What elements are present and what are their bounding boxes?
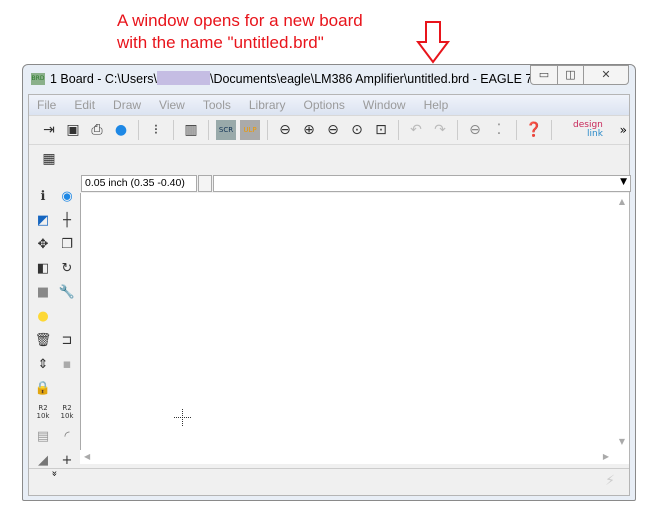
mirror-icon[interactable]: ◧ [33,258,53,278]
redacted-username [156,71,210,85]
menu-tools[interactable]: Tools [203,98,231,112]
miter-icon[interactable]: ◜ [57,426,77,446]
rotate-icon[interactable]: ↻ [57,258,77,278]
zoom-in-icon[interactable]: ⊕ [299,120,319,140]
redo-icon[interactable]: ↷ [430,120,450,140]
open-icon[interactable]: ⇥ [39,120,59,140]
layers-icon[interactable]: ▥ [181,120,201,140]
menu-draw[interactable]: Draw [113,98,141,112]
info-icon[interactable]: ℹ [33,186,53,206]
menu-help[interactable]: Help [424,98,449,112]
menu-window[interactable]: Window [363,98,406,112]
command-bar: 0.05 inch (0.35 -0.40) ▼ [79,174,631,193]
status-bar: ⚡ [29,468,629,495]
menu-library[interactable]: Library [249,98,286,112]
menu-edit[interactable]: Edit [74,98,95,112]
close-button[interactable]: ✕ [583,65,629,85]
zoom-fit-icon[interactable]: ⊖ [275,120,295,140]
menu-file[interactable]: File [37,98,56,112]
add-icon[interactable]: ⊐ [57,330,77,350]
zoom-select-icon[interactable]: ⊡ [371,120,391,140]
horizontal-scrollbar[interactable]: ◀ ▶ [80,450,629,464]
toolbar-overflow-button[interactable]: » [620,123,627,137]
command-input[interactable]: ▼ [213,175,631,192]
group-icon[interactable]: ■ [33,282,53,302]
move-icon[interactable]: ✥ [33,234,53,254]
maximize-button[interactable]: ◫ [557,65,584,85]
script-icon[interactable]: SCR [216,120,236,140]
stop-icon[interactable]: ⊖ [465,120,485,140]
board-app-icon: BRD [31,73,45,85]
replace-icon[interactable]: ⇕ [33,354,53,374]
board-canvas[interactable] [80,193,615,450]
title-prefix: 1 Board - C:\Users\ [50,72,157,86]
delete-icon[interactable]: 🗑 [33,330,53,350]
crosshair-cursor [174,409,191,426]
help-icon[interactable]: ❓ [524,120,544,140]
print-icon[interactable]: ⎙ [87,120,107,140]
menu-view[interactable]: View [159,98,185,112]
annotation-line-2: with the name "untitled.brd" [117,33,324,52]
menu-options[interactable]: Options [304,98,345,112]
split-icon[interactable]: ◢ [33,450,53,470]
save-icon[interactable]: ▣ [63,120,83,140]
value-icon[interactable]: R2 10k [57,402,77,422]
grid-icon[interactable]: ▦ [39,149,59,169]
paste-icon[interactable]: ● [33,306,53,326]
title-bar: BRD 1 Board - C:\Users\ \Documents\eagle\… [23,65,635,93]
name-icon[interactable]: R2 10k [33,402,53,422]
minimize-button[interactable]: ▭ [530,65,558,85]
show-icon[interactable]: ◉ [57,186,77,206]
stop-command-icon[interactable]: ⚡ [605,473,615,489]
command-spacer [198,175,212,192]
ulp-icon[interactable]: ULP [240,120,260,140]
optimize-icon[interactable]: + [57,450,77,470]
title-suffix: \Documents\eagle\LM386 Amplifier\untitle… [209,72,547,86]
copy-icon[interactable]: ❐ [57,234,77,254]
undo-icon[interactable]: ↶ [406,120,426,140]
pinswap-icon[interactable]: ▪ [57,354,77,374]
smash-icon[interactable]: ▤ [33,426,53,446]
annotation-text: A window opens for a new board with the … [117,10,363,54]
command-dropdown-icon[interactable]: ▼ [620,177,627,187]
design-link-logo[interactable]: design link [573,121,603,139]
zoom-out-icon[interactable]: ⊖ [323,120,343,140]
window-title: 1 Board - C:\Users\ \Documents\eagle\LM38… [50,71,546,86]
coordinate-display: 0.05 inch (0.35 -0.40) [81,175,197,192]
vertical-scrollbar[interactable]: ▲ ▼ [615,193,629,450]
mark-icon[interactable]: ┼ [57,210,77,230]
left-toolbar: ℹ ◉ ◩ ┼ ✥ ❐ ◧ ↻ ■ 🔧 ● 🗑 ⊐ ⇕ ▪ 🔒 R2 10k R2 10k ▤ ◜ … [29,174,79,477]
menu-bar: File Edit Draw View Tools Library Option… [29,95,629,115]
change-icon[interactable]: 🔧 [57,282,77,302]
go-icon[interactable]: ⁚ [489,120,509,140]
main-toolbar: ⇥ ▣ ⎙ ● ⁝ ▥ SCR ULP ⊖ ⊕ ⊖ ⊙ ⊡ ↶ ↷ ⊖ ⁚ ❓ … [29,115,629,144]
switch-schematic-icon[interactable]: ⁝ [146,120,166,140]
cam-icon[interactable]: ● [111,120,131,140]
down-arrow-icon [416,21,450,64]
zoom-redraw-icon[interactable]: ⊙ [347,120,367,140]
annotation-line-1: A window opens for a new board [117,11,363,30]
display-layers-icon[interactable]: ◩ [33,210,53,230]
grid-toolbar: ▦ [29,144,629,173]
eagle-board-window: BRD 1 Board - C:\Users\ \Documents\eagle\… [22,64,636,501]
lock-icon[interactable]: 🔒 [33,378,53,398]
